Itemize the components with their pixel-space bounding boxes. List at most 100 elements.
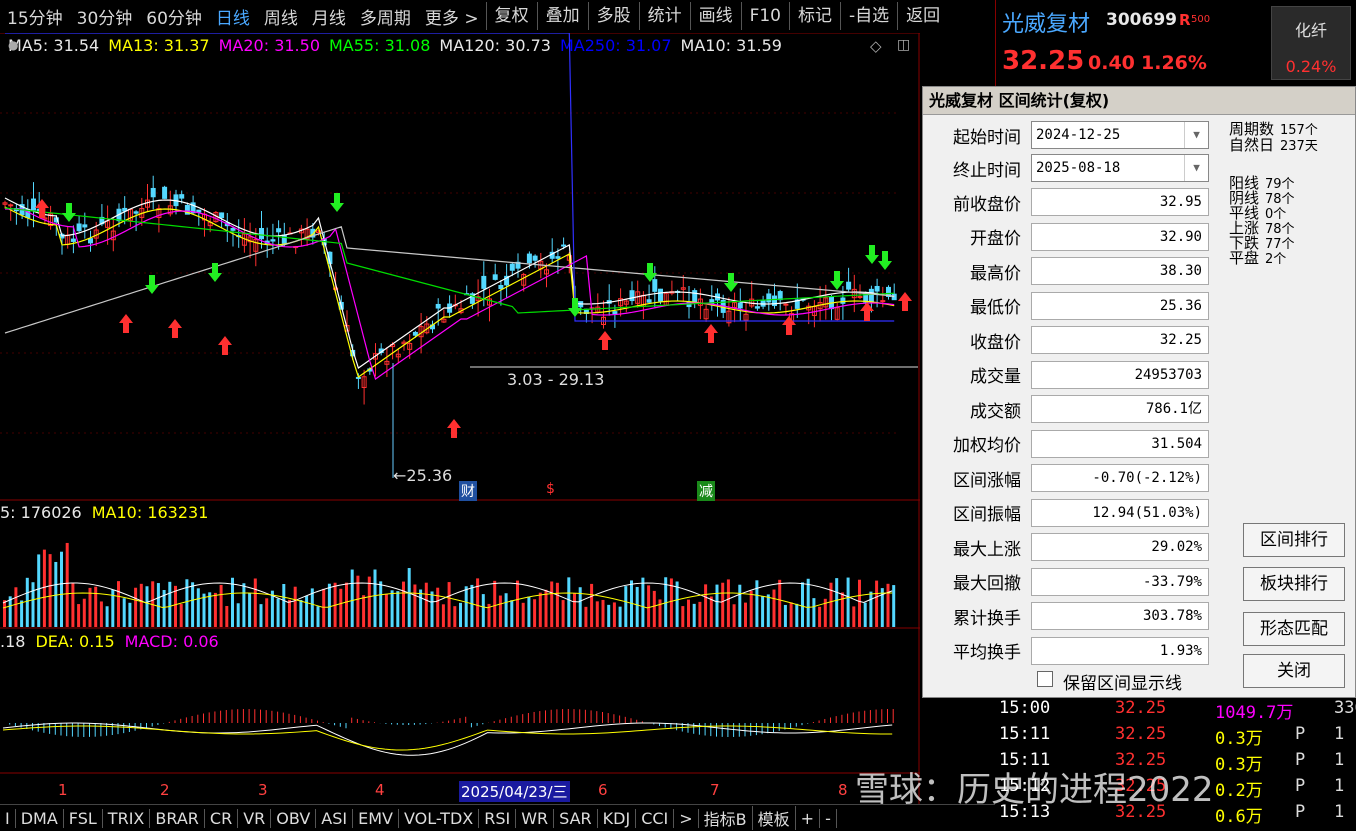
indicator-tab[interactable]: KDJ xyxy=(598,808,637,828)
candle-body xyxy=(840,297,846,304)
stat-value: 303.78% xyxy=(1031,602,1209,630)
volume-bar xyxy=(801,582,804,627)
volume-bar xyxy=(367,576,371,627)
stat-label: 前收盘价 xyxy=(953,194,1021,215)
indicator-tab[interactable]: TRIX xyxy=(103,808,151,828)
period-tab-3[interactable]: 日线 xyxy=(209,4,257,29)
sell-arrow-icon xyxy=(568,298,582,317)
start-time-select[interactable]: 2024-12-25 ▼ xyxy=(1031,121,1209,149)
stat-value: 24953703 xyxy=(1031,360,1209,389)
volume-bar xyxy=(316,606,320,627)
stat-label: 最大上涨 xyxy=(953,539,1021,560)
indicator-tab[interactable]: WR xyxy=(516,808,555,828)
period-tab-7[interactable]: 更多 > xyxy=(418,4,486,29)
date-axis-label: 3 xyxy=(258,781,268,799)
indicator-tab[interactable]: CCI xyxy=(636,808,675,828)
indicator-tab[interactable]: SAR xyxy=(554,808,598,828)
toolbar-button-0[interactable]: 复权 xyxy=(485,2,537,30)
marker-dividend[interactable]: $ xyxy=(546,481,555,497)
candle-body xyxy=(281,234,287,244)
volume-bar xyxy=(259,604,263,627)
period-tab-4[interactable]: 周线 xyxy=(257,4,305,29)
period-tab-6[interactable]: 多周期 xyxy=(353,4,418,29)
toolbar-button-7[interactable]: -自选 xyxy=(840,2,897,30)
tick-vol: 0.3万 xyxy=(1215,729,1263,749)
marker-finance[interactable]: 财 xyxy=(459,481,477,501)
toolbar-button-6[interactable]: 标记 xyxy=(789,2,840,30)
candle-body xyxy=(658,288,663,302)
toolbar-button-5[interactable]: F10 xyxy=(740,2,789,30)
indicator-tab[interactable]: VR xyxy=(238,808,272,828)
keep-line-checkbox[interactable] xyxy=(1037,671,1053,687)
tick-flag: P xyxy=(1295,750,1306,770)
toolbar-button-2[interactable]: 多股 xyxy=(587,2,639,30)
interval-rank-button[interactable]: 区间排行 xyxy=(1243,523,1345,557)
volume-bar xyxy=(538,592,542,627)
sector-pct: 0.24% xyxy=(1285,57,1337,76)
indicator-tab[interactable]: ASI xyxy=(316,808,354,828)
sector-box[interactable]: 化纤 0.24% xyxy=(1271,6,1351,80)
period-tab-0[interactable]: 15分钟 xyxy=(0,4,70,29)
volume-bar xyxy=(886,583,890,627)
chevron-down-icon[interactable]: ▼ xyxy=(1184,155,1208,181)
close-button[interactable]: 关闭 xyxy=(1243,654,1345,688)
pattern-match-button[interactable]: 形态匹配 xyxy=(1243,612,1345,646)
indicator-tab[interactable]: BRAR xyxy=(150,808,205,828)
stock-tag: R xyxy=(1179,11,1191,29)
indicator-tab[interactable]: RSI xyxy=(479,808,517,828)
volume-bar xyxy=(493,580,497,627)
volume-bar xyxy=(732,604,736,627)
side-stat-value: 157个 xyxy=(1280,123,1318,138)
toolbar-button-8[interactable]: 返回 xyxy=(897,2,948,30)
period-tab-1[interactable]: 30分钟 xyxy=(70,4,140,29)
volume-bar xyxy=(145,586,149,627)
volume-bar xyxy=(858,579,861,627)
period-tab-2[interactable]: 60分钟 xyxy=(139,4,209,29)
window-toggle-icon[interactable]: ◫ xyxy=(897,37,910,53)
watermark: 雪球：历史的进程2022 xyxy=(855,770,1214,810)
stat-label: 加权均价 xyxy=(953,436,1021,456)
toolbar-button-3[interactable]: 统计 xyxy=(638,2,690,30)
indicator-tab[interactable]: I xyxy=(0,808,16,828)
volume-bar xyxy=(265,598,269,627)
toolbar-button-4[interactable]: 画线 xyxy=(689,2,741,30)
indicator-tab[interactable]: 指标B xyxy=(699,806,753,830)
tick-n: 1 xyxy=(1334,724,1345,744)
end-time-select[interactable]: 2025-08-18 ▼ xyxy=(1031,154,1209,182)
chevron-down-icon[interactable]: ▼ xyxy=(1184,122,1208,148)
indicator-tab[interactable]: + xyxy=(796,808,821,828)
period-tab-5[interactable]: 月线 xyxy=(305,4,353,29)
expand-icon[interactable]: ● xyxy=(8,38,18,52)
side-stat: 周期数 157个 xyxy=(1229,122,1318,138)
volume-bar xyxy=(185,579,189,627)
indicator-tab[interactable]: - xyxy=(820,808,837,828)
indicator-tab[interactable]: CR xyxy=(205,808,239,828)
sector-rank-button[interactable]: 板块排行 xyxy=(1243,567,1345,601)
indicator-tab[interactable]: VOL-TDX xyxy=(399,808,480,828)
indicator-tab[interactable]: FSL xyxy=(64,808,103,828)
volume-bar xyxy=(778,579,782,627)
stock-tag-sub: 500 xyxy=(1191,14,1211,25)
indicator-tab[interactable]: > xyxy=(674,808,699,828)
macd-dif: .18 xyxy=(0,632,26,651)
stat-row: 前收盘价 32.95 xyxy=(923,187,1209,217)
side-stat-value: 237天 xyxy=(1280,139,1318,154)
tick-n: 336 xyxy=(1334,698,1356,718)
marker-reduce[interactable]: 减 xyxy=(697,481,715,501)
volume-bar xyxy=(231,577,234,627)
candle-body xyxy=(652,279,658,292)
volume-bar xyxy=(299,599,303,627)
stat-row: 区间涨幅 -0.70(-2.12%) xyxy=(923,463,1209,493)
indicator-tab[interactable]: EMV xyxy=(353,808,399,828)
kline-chart[interactable] xyxy=(0,33,920,804)
volume-bar xyxy=(8,596,12,627)
volume-bar xyxy=(818,606,822,627)
indicator-tab[interactable]: 模板 xyxy=(753,806,796,830)
indicator-tab[interactable]: DMA xyxy=(16,808,64,828)
indicator-tab[interactable]: OBV xyxy=(271,808,317,828)
volume-bar xyxy=(305,595,309,627)
diamond-icon[interactable]: ◇ xyxy=(870,37,882,55)
volume-bar xyxy=(384,593,388,627)
volume-bar xyxy=(128,602,132,627)
toolbar-button-1[interactable]: 叠加 xyxy=(536,2,588,30)
